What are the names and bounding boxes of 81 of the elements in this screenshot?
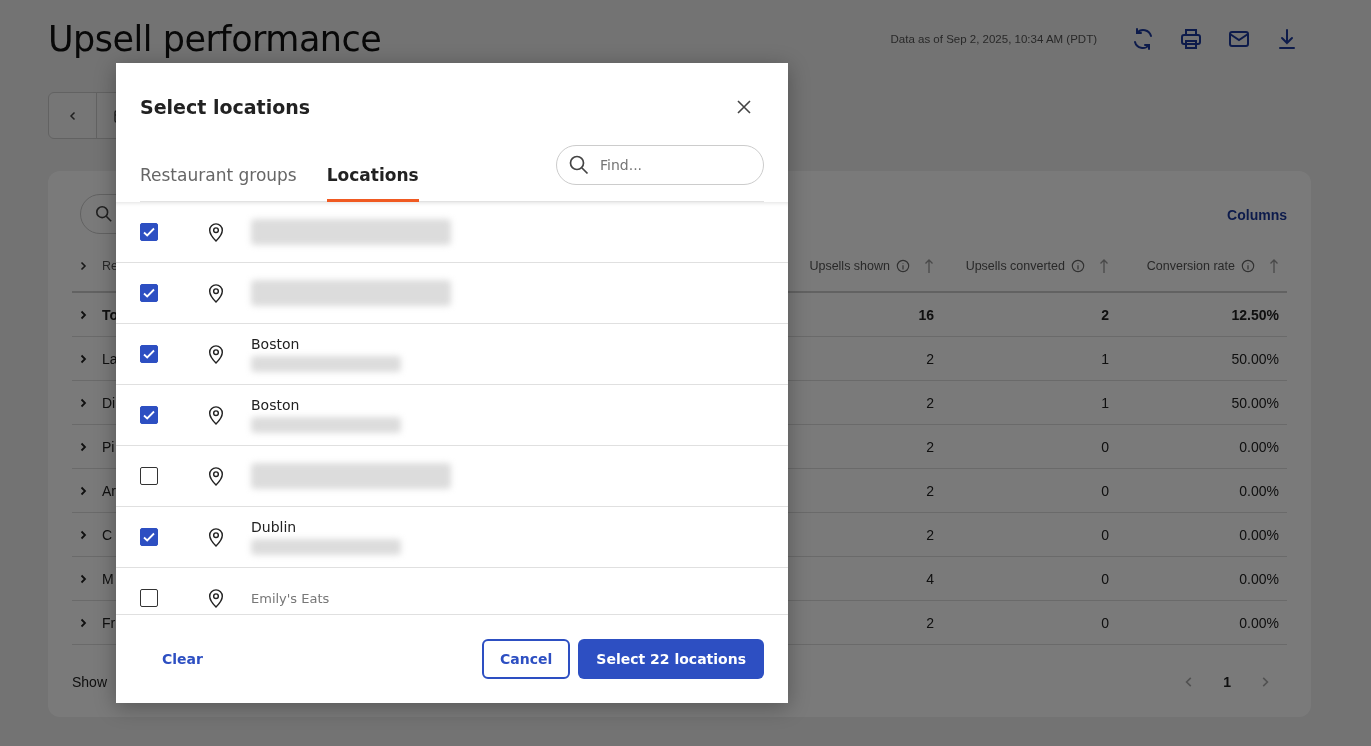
dialog-title: Select locations xyxy=(140,96,311,118)
table-cell: Fr xyxy=(102,614,116,631)
table-cell: 4 xyxy=(926,570,934,587)
tab[interactable]: Restaurant groups xyxy=(140,165,297,202)
expand-icon[interactable] xyxy=(78,309,88,320)
show-label: Show xyxy=(72,674,108,690)
table-cell: 12.50% xyxy=(1231,306,1279,323)
data-timestamp: Data as of Sep 2, 2025, 10:34 AM (PDT) xyxy=(890,33,1097,45)
location-name: Dublin xyxy=(251,519,298,535)
location-pin-icon xyxy=(207,282,225,304)
checkbox[interactable] xyxy=(140,284,158,302)
print-icon[interactable] xyxy=(1179,27,1203,51)
checkbox[interactable] xyxy=(140,345,158,363)
location-pin-icon xyxy=(207,221,225,243)
location-pin-icon xyxy=(207,343,225,365)
location-pin-icon xyxy=(207,526,225,548)
table-cell: 0 xyxy=(1101,526,1109,543)
table-cell: 2 xyxy=(926,438,934,455)
page-title: Upsell performance xyxy=(48,19,382,59)
table-cell: 0.00% xyxy=(1239,526,1279,543)
expand-icon[interactable] xyxy=(78,441,88,452)
expand-icon[interactable] xyxy=(78,397,88,408)
table-cell: 2 xyxy=(926,350,934,367)
checkbox[interactable] xyxy=(140,406,158,424)
expand-icon[interactable] xyxy=(78,617,88,628)
table-cell: 50.00% xyxy=(1231,394,1279,411)
clear-button[interactable]: Clear xyxy=(146,643,219,675)
column-header[interactable]: Upsells converted xyxy=(965,259,1065,273)
table-cell: 0 xyxy=(1101,570,1109,587)
table-cell: 16 xyxy=(918,306,934,323)
table-cell: 1 xyxy=(1101,350,1109,367)
location-name: Emily's Eats xyxy=(251,590,330,606)
page-number[interactable]: 1 xyxy=(1223,674,1231,690)
refresh-icon[interactable] xyxy=(1131,27,1155,51)
expand-icon[interactable] xyxy=(78,261,88,271)
table-cell: 2 xyxy=(1101,306,1109,323)
cancel-button[interactable]: Cancel xyxy=(482,639,571,679)
table-cell: M xyxy=(102,570,114,587)
location-name: Boston xyxy=(251,397,301,413)
location-pin-icon xyxy=(207,465,225,487)
table-cell: 2 xyxy=(926,482,934,499)
chevron-left-icon[interactable] xyxy=(67,110,78,121)
info-icon[interactable] xyxy=(896,259,910,273)
tab[interactable]: Locations xyxy=(326,165,419,202)
table-cell: 50.00% xyxy=(1231,350,1279,367)
checkbox[interactable] xyxy=(140,528,158,546)
table-cell: 2 xyxy=(926,614,934,631)
info-icon[interactable] xyxy=(1241,259,1255,273)
table-cell: Ar xyxy=(102,482,116,499)
location-pin-icon xyxy=(207,587,225,609)
table-cell: 0.00% xyxy=(1239,482,1279,499)
checkbox[interactable] xyxy=(140,589,158,607)
table-cell: C xyxy=(102,526,113,543)
table-cell: Pi xyxy=(102,438,115,455)
checkbox[interactable] xyxy=(140,467,158,485)
table-cell: 0.00% xyxy=(1239,438,1279,455)
table-cell: 2 xyxy=(926,526,934,543)
table-cell: 2 xyxy=(926,394,934,411)
table-cell: 1 xyxy=(1101,394,1109,411)
location-name: Boston xyxy=(251,336,301,352)
table-cell: 0.00% xyxy=(1239,570,1279,587)
info-icon[interactable] xyxy=(1071,259,1085,273)
table-cell: 0.00% xyxy=(1239,614,1279,631)
close-icon[interactable] xyxy=(736,99,752,115)
column-header[interactable]: Conversion rate xyxy=(1146,259,1235,273)
column-header[interactable]: Upsells shown xyxy=(809,259,890,273)
search-icon xyxy=(569,155,589,175)
table-cell: Di xyxy=(102,394,116,411)
table-cell: 0 xyxy=(1101,482,1109,499)
expand-icon[interactable] xyxy=(78,529,88,540)
search-icon xyxy=(95,205,113,223)
expand-icon[interactable] xyxy=(78,353,88,364)
find-field[interactable]: Find... xyxy=(556,145,764,185)
expand-icon[interactable] xyxy=(78,485,88,496)
columns-link[interactable]: Columns xyxy=(1227,207,1287,223)
select-locations-button[interactable]: Select 22 locations xyxy=(578,639,764,679)
table-cell: 0 xyxy=(1101,438,1109,455)
location-pin-icon xyxy=(207,404,225,426)
expand-icon[interactable] xyxy=(78,573,88,584)
table-cell: 0 xyxy=(1101,614,1109,631)
checkbox[interactable] xyxy=(140,223,158,241)
